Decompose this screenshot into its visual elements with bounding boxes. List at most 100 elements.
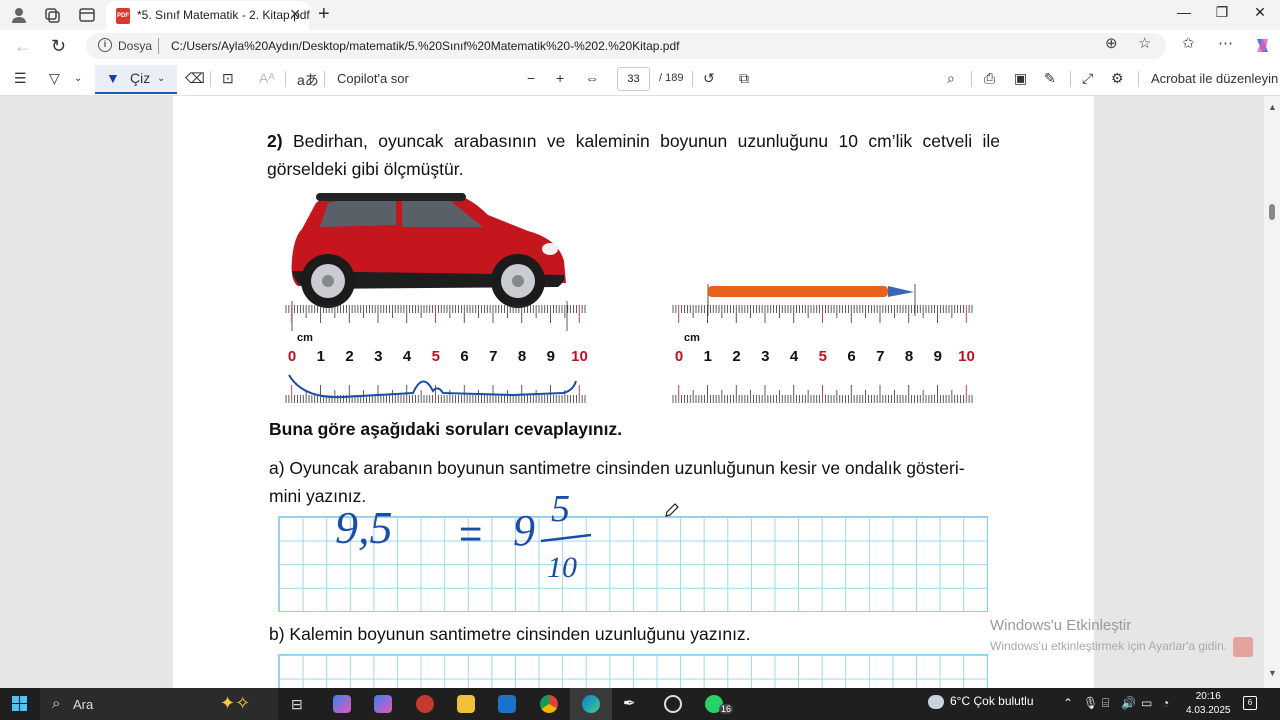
workspaces-icon[interactable] bbox=[43, 6, 61, 24]
ruler-number: 8 bbox=[518, 348, 526, 365]
back-icon[interactable]: ← bbox=[14, 36, 32, 57]
save-icon[interactable]: ▣ bbox=[1014, 70, 1027, 87]
highlight-icon[interactable]: ▽ bbox=[49, 70, 60, 87]
fit-width-icon[interactable]: ⇔ bbox=[585, 70, 599, 86]
scroll-down-icon[interactable]: ▼ bbox=[1268, 668, 1277, 678]
zoom-icon[interactable]: ⊕ bbox=[1105, 34, 1118, 52]
address-separator bbox=[158, 38, 159, 54]
more-menu-icon[interactable]: ⋯ bbox=[1218, 34, 1233, 52]
page-number-input[interactable]: 33 bbox=[617, 67, 650, 91]
tab-actions-icon[interactable] bbox=[78, 6, 96, 24]
app-red-icon[interactable] bbox=[416, 695, 434, 713]
tray-overflow-icon[interactable]: ⌃ bbox=[1063, 696, 1073, 710]
ruler-number: 3 bbox=[374, 348, 382, 365]
ruler-number: 4 bbox=[403, 348, 412, 365]
acrobat-edit-button[interactable]: Acrobat ile düzenleyin bbox=[1151, 71, 1278, 86]
tab-pdf[interactable]: PDF *5. Sınıf Matematik - 2. Kitap.pdf ✕ bbox=[106, 1, 310, 30]
page-view-icon[interactable]: ⧉ bbox=[739, 70, 749, 87]
fullscreen-icon[interactable]: ⤢ bbox=[1082, 70, 1093, 87]
taskbar-search[interactable]: ⌕ Ara ✦✧ bbox=[40, 688, 278, 720]
activation-watermark-text: Windows'u etkinleştirmek için Ayarlar'a … bbox=[990, 639, 1228, 653]
microphone-icon[interactable]: 🎙 bbox=[1083, 696, 1098, 710]
outlook-icon[interactable] bbox=[498, 695, 516, 713]
ruler-unit: cm bbox=[684, 332, 700, 344]
ruler-number: 7 bbox=[489, 348, 497, 365]
copilot-icon[interactable] bbox=[1253, 36, 1272, 55]
handwriting-decimal: 9,5 bbox=[335, 502, 393, 553]
ruler-number: 9 bbox=[934, 348, 942, 365]
address-bar[interactable]: i Dosya C:/Users/Ayla%20Aydın/Desktop/ma… bbox=[86, 33, 1166, 59]
favorites-icon[interactable]: ✩ bbox=[1182, 34, 1195, 52]
notification-icon[interactable]: 6 bbox=[1243, 696, 1257, 710]
ruler-number: 10 bbox=[571, 348, 588, 365]
settings-gear-icon[interactable]: ⚙ bbox=[1111, 70, 1124, 87]
profile-icon[interactable] bbox=[10, 6, 28, 24]
favorite-star-icon[interactable]: ☆ bbox=[1138, 34, 1151, 52]
answer-grid-b[interactable] bbox=[278, 654, 988, 688]
start-windows-icon[interactable] bbox=[12, 696, 28, 712]
title-bar: PDF *5. Sınıf Matematik - 2. Kitap.pdf ✕… bbox=[0, 0, 1280, 30]
close-tab-icon[interactable]: ✕ bbox=[289, 6, 301, 23]
weather-cloud-icon bbox=[928, 694, 944, 709]
search-highlight-icon: ✦✧ bbox=[220, 693, 251, 713]
scroll-thumb[interactable] bbox=[1269, 204, 1275, 220]
minimize-icon[interactable]: — bbox=[1169, 4, 1199, 20]
clock-date: 4.03.2025 bbox=[1186, 705, 1231, 716]
highlight-dropdown-icon[interactable]: ⌄ bbox=[74, 73, 82, 84]
activation-watermark-title: Windows'u Etkinleştir bbox=[990, 617, 1132, 634]
zoom-out-icon[interactable]: − bbox=[527, 70, 535, 86]
ruler-number: 9 bbox=[547, 348, 555, 365]
translate-icon[interactable]: aあ bbox=[297, 70, 319, 90]
whatsapp-badge: 16 bbox=[719, 704, 734, 714]
acrobat-icon[interactable] bbox=[1233, 637, 1253, 657]
handwriting-equals: = bbox=[459, 512, 482, 556]
maximize-icon[interactable]: ❐ bbox=[1207, 4, 1237, 21]
clock-app-icon[interactable] bbox=[664, 695, 682, 713]
vertical-scrollbar[interactable]: ▲ ▼ bbox=[1264, 96, 1280, 688]
ruler-ticks-top bbox=[672, 305, 973, 323]
address-row: ← ↻ i Dosya C:/Users/Ayla%20Aydın/Deskto… bbox=[0, 30, 1280, 62]
eraser-icon[interactable]: ⌫ bbox=[185, 70, 205, 87]
pen-app-icon[interactable]: ✒ bbox=[623, 694, 636, 712]
search-label: Ara bbox=[73, 697, 94, 712]
info-icon[interactable]: i bbox=[98, 38, 112, 52]
handwriting-denominator: 10 bbox=[547, 551, 577, 584]
close-window-icon[interactable]: ✕ bbox=[1245, 4, 1275, 21]
ruler-unit: cm bbox=[297, 332, 313, 344]
ruler-numbers: 0 1 2 3 4 5 6 7 8 9 10 bbox=[675, 348, 975, 365]
copilot-pc-icon[interactable] bbox=[374, 695, 392, 713]
draw-dropdown-icon[interactable]: ⌄ bbox=[157, 73, 165, 84]
text-box-icon[interactable]: ⊡ bbox=[222, 70, 234, 87]
rotate-icon[interactable]: ↺ bbox=[703, 70, 715, 87]
document-viewport[interactable]: 2) Bedirhan, oyuncak arabasının ve kalem… bbox=[0, 96, 1280, 688]
save-as-icon[interactable]: ✎ bbox=[1044, 70, 1056, 87]
scroll-up-icon[interactable]: ▲ bbox=[1268, 102, 1277, 112]
zoom-in-icon[interactable]: + bbox=[556, 70, 564, 86]
print-icon[interactable]: ⎙ bbox=[984, 70, 995, 87]
volume-icon[interactable]: 🔊 bbox=[1121, 696, 1136, 710]
network-icon[interactable]: ⌸ bbox=[1102, 696, 1109, 711]
contents-icon[interactable]: ☰ bbox=[14, 70, 27, 87]
task-view-icon[interactable]: ⊟ bbox=[291, 696, 303, 713]
copilot-app-icon[interactable] bbox=[333, 695, 351, 713]
url-text[interactable]: C:/Users/Ayla%20Aydın/Desktop/matematik/… bbox=[171, 39, 679, 53]
ruler-car: cm 0 1 2 3 4 5 6 7 8 9 10 bbox=[285, 301, 588, 403]
chrome-icon[interactable] bbox=[540, 695, 558, 713]
copilot-ask-button[interactable]: Copilot'a sor bbox=[337, 71, 409, 86]
system-clock[interactable]: 20:16 4.03.2025 bbox=[1186, 690, 1231, 718]
ruler-number: 0 bbox=[675, 348, 683, 365]
pdf-page: 2) Bedirhan, oyuncak arabasının ve kalem… bbox=[173, 96, 1094, 688]
battery-icon[interactable]: ▭ bbox=[1141, 696, 1152, 710]
find-icon[interactable]: ⌕ bbox=[947, 70, 955, 87]
edge-icon[interactable] bbox=[582, 695, 600, 713]
ruler-number: 1 bbox=[317, 348, 325, 365]
tab-title: *5. Sınıf Matematik - 2. Kitap.pdf bbox=[137, 8, 310, 22]
total-pages: / 189 bbox=[659, 72, 684, 84]
weather-widget[interactable]: 6°C Çok bulutlu bbox=[928, 694, 1034, 709]
new-tab-icon[interactable]: + bbox=[318, 3, 330, 26]
refresh-icon[interactable]: ↻ bbox=[51, 36, 66, 57]
wifi-icon[interactable]: ◔ bbox=[1162, 696, 1169, 710]
question-body: Bedirhan, oyuncak arabasının ve kalemini… bbox=[267, 131, 1000, 179]
file-explorer-icon[interactable] bbox=[457, 695, 475, 713]
pen-cursor-icon bbox=[665, 503, 679, 517]
